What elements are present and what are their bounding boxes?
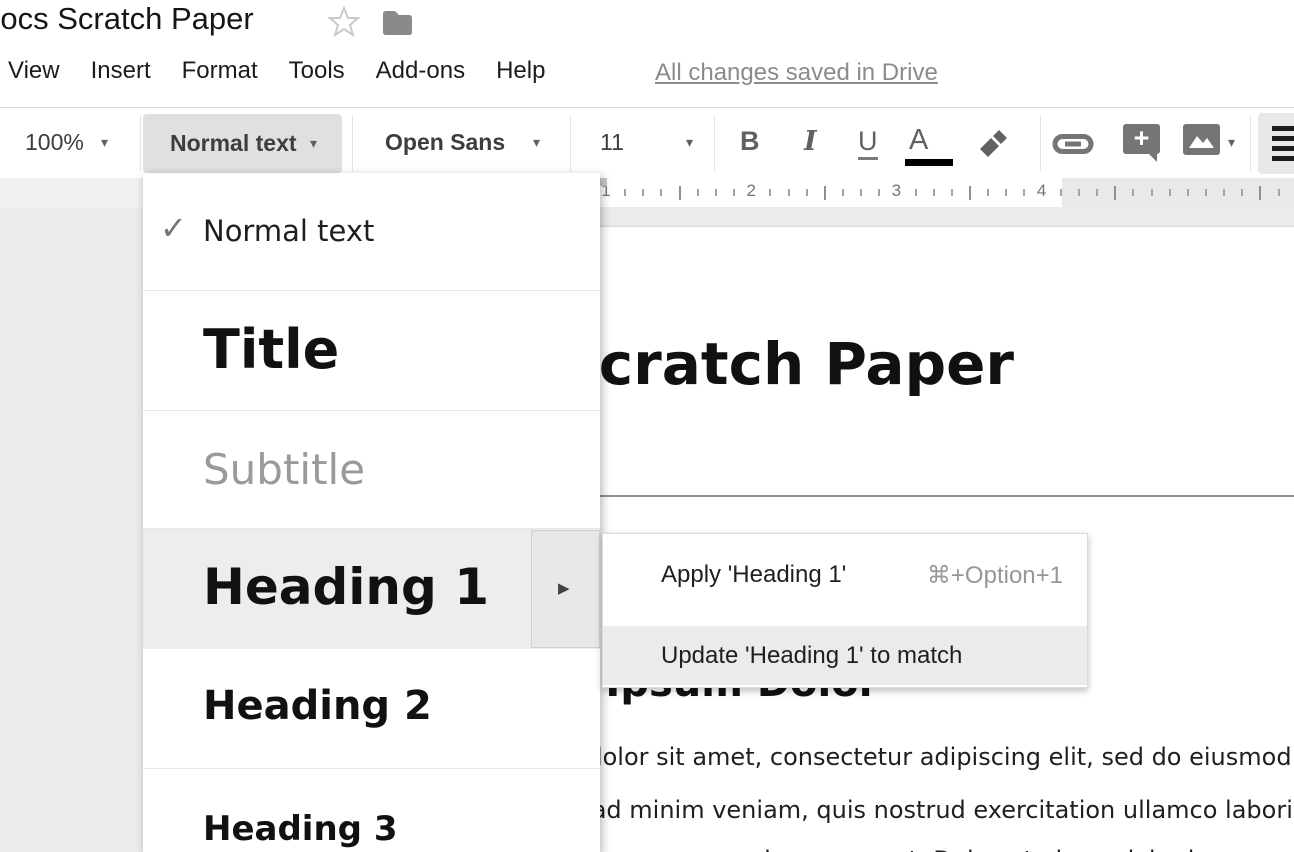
ruler-tick bbox=[842, 189, 844, 196]
ruler-tick bbox=[1223, 189, 1225, 196]
font-size-dropdown-icon[interactable]: ▾ bbox=[686, 134, 693, 151]
align-icon bbox=[1272, 126, 1294, 131]
toolbar-separator bbox=[570, 115, 571, 171]
toolbar-separator bbox=[140, 115, 141, 171]
heading-1-submenu: Apply 'Heading 1' ⌘+Option+1 Update 'Hea… bbox=[602, 533, 1088, 688]
paragraph-style-value: Normal text bbox=[170, 130, 297, 157]
ruler-tick bbox=[1132, 189, 1134, 196]
toolbar: 100% ▾ Normal text ▾ Open Sans ▾ 11 ▾ B … bbox=[0, 107, 1294, 179]
ruler-tick bbox=[1169, 189, 1171, 196]
ruler-tick bbox=[987, 189, 989, 196]
ruler-number: 3 bbox=[892, 181, 901, 201]
google-docs-window: Docs Scratch Paper View Insert Format To… bbox=[0, 0, 1294, 852]
bold-button[interactable]: B bbox=[740, 126, 760, 157]
ruler-tick bbox=[769, 189, 771, 196]
ruler-tick bbox=[660, 189, 662, 196]
menu-item-tools[interactable]: Tools bbox=[289, 57, 345, 85]
highlight-button[interactable] bbox=[977, 124, 1011, 158]
submenu-arrow-icon: ▶ bbox=[558, 579, 570, 597]
paragraph-style-menu: ✓ Normal text Title Subtitle Heading 1 ▶… bbox=[143, 173, 600, 852]
plus-icon: + bbox=[1134, 123, 1150, 153]
style-dropdown-icon: ▾ bbox=[310, 135, 317, 152]
menu-item-view[interactable]: View bbox=[8, 57, 60, 85]
ruler-number: 4 bbox=[1037, 181, 1046, 201]
ruler-tick bbox=[806, 189, 808, 196]
text-color-button[interactable]: A bbox=[909, 124, 928, 157]
image-button[interactable] bbox=[1183, 124, 1220, 155]
ruler-tick bbox=[933, 189, 935, 196]
ruler-tick bbox=[878, 189, 880, 196]
text-color-bar bbox=[905, 159, 953, 166]
menu-item-format[interactable]: Format bbox=[182, 57, 258, 85]
ruler-tick bbox=[733, 189, 735, 196]
mountains-icon bbox=[1183, 124, 1220, 155]
menu-item-heading-2[interactable]: Heading 2 bbox=[143, 650, 600, 768]
ruler-tick bbox=[1078, 189, 1080, 196]
ruler-tick bbox=[1151, 189, 1153, 196]
toolbar-separator bbox=[714, 115, 715, 171]
underline-button[interactable]: U bbox=[858, 126, 878, 160]
save-status-link[interactable]: All changes saved in Drive bbox=[655, 59, 938, 87]
ruler-tick bbox=[1096, 189, 1098, 196]
menu-item-normal-text[interactable]: ✓ Normal text bbox=[143, 173, 600, 290]
ruler-tick bbox=[860, 189, 862, 196]
ruler-tick bbox=[1241, 189, 1243, 196]
menu-item-addons[interactable]: Add-ons bbox=[376, 57, 465, 85]
ruler-tick bbox=[951, 189, 953, 196]
toolbar-separator bbox=[352, 115, 353, 171]
ruler-tick bbox=[788, 189, 790, 196]
star-icon[interactable] bbox=[328, 6, 360, 38]
folder-icon[interactable] bbox=[381, 8, 414, 36]
document-title-input[interactable]: Docs Scratch Paper bbox=[0, 1, 254, 37]
ruler-tick bbox=[1023, 189, 1025, 196]
ruler-tick bbox=[1060, 189, 1062, 196]
ruler-number: 2 bbox=[746, 181, 755, 201]
submenu-item-apply[interactable]: Apply 'Heading 1' ⌘+Option+1 bbox=[603, 534, 1087, 616]
font-size-select[interactable]: 11 bbox=[600, 129, 624, 156]
toolbar-separator bbox=[1040, 115, 1041, 171]
toolbar-separator bbox=[1250, 115, 1251, 171]
menu-item-title[interactable]: Title bbox=[143, 291, 600, 410]
menu-item-help[interactable]: Help bbox=[496, 57, 545, 85]
menu-item-heading-3[interactable]: Heading 3 bbox=[143, 769, 600, 852]
submenu-item-update[interactable]: Update 'Heading 1' to match bbox=[603, 626, 1087, 685]
ruler-tick bbox=[642, 189, 644, 196]
ruler-tick bbox=[824, 186, 826, 200]
ruler-tick bbox=[679, 186, 681, 200]
shortcut-label: ⌘+Option+1 bbox=[927, 561, 1063, 590]
ruler-tick bbox=[1205, 189, 1207, 196]
font-dropdown-icon[interactable]: ▾ bbox=[533, 134, 540, 151]
align-button[interactable] bbox=[1258, 113, 1294, 174]
ruler-tick bbox=[915, 189, 917, 196]
ruler-tick bbox=[969, 186, 971, 200]
check-icon: ✓ bbox=[160, 209, 187, 247]
menu-bar: View Insert Format Tools Add-ons Help bbox=[8, 57, 545, 85]
ruler-tick bbox=[624, 189, 626, 196]
zoom-select[interactable]: 100% bbox=[25, 129, 84, 156]
italic-button[interactable]: I bbox=[804, 126, 817, 157]
zoom-dropdown-icon[interactable]: ▾ bbox=[101, 134, 108, 151]
menu-item-insert[interactable]: Insert bbox=[91, 57, 151, 85]
ruler-tick bbox=[1005, 189, 1007, 196]
ruler-tick bbox=[697, 189, 699, 196]
font-select[interactable]: Open Sans bbox=[385, 129, 505, 156]
comment-button[interactable]: + bbox=[1123, 124, 1160, 154]
image-dropdown-icon[interactable]: ▾ bbox=[1228, 134, 1235, 151]
doc-body-title[interactable]: Scratch Paper bbox=[557, 330, 1014, 398]
ruler-tick bbox=[1278, 189, 1280, 196]
ruler-tick bbox=[715, 189, 717, 196]
ruler-tick bbox=[1114, 186, 1116, 200]
ruler-tick bbox=[1259, 186, 1261, 200]
heading-1-submenu-button[interactable]: ▶ bbox=[531, 530, 600, 648]
paragraph-style-select[interactable]: Normal text ▾ bbox=[143, 114, 342, 173]
link-button[interactable] bbox=[1052, 133, 1094, 155]
menu-item-subtitle[interactable]: Subtitle bbox=[143, 411, 600, 528]
ruler-tick bbox=[1187, 189, 1189, 196]
